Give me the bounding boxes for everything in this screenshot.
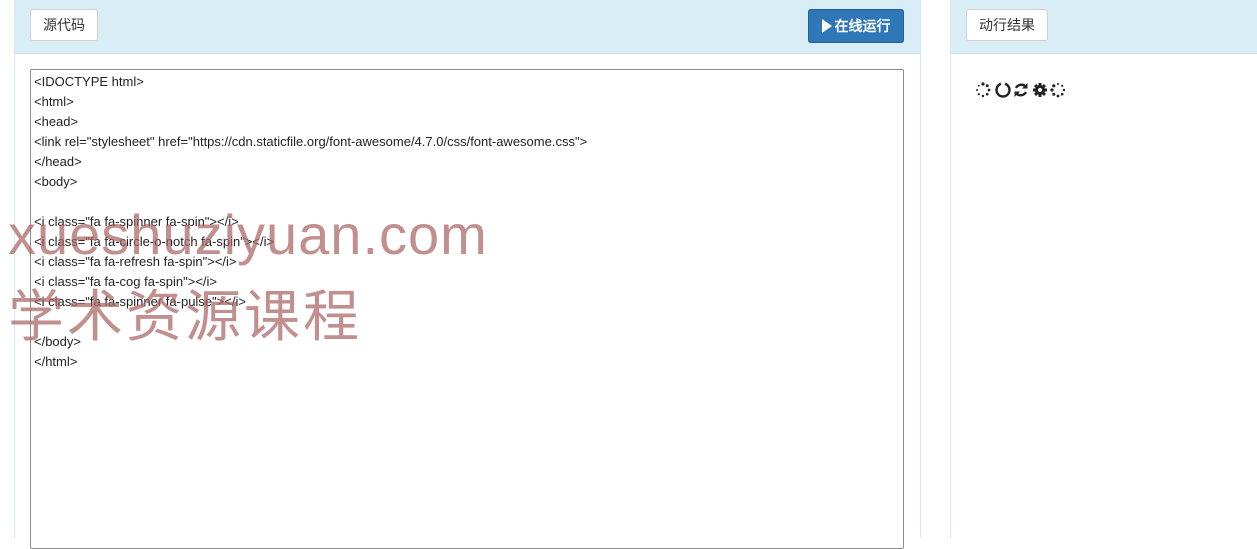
code-line: <i class="fa fa-circle-o-notch fa-spin">… <box>34 234 275 249</box>
code-line: <body> <box>34 174 78 189</box>
code-line: <i class="fa fa-refresh fa-spin"></i> <box>34 254 237 269</box>
result-panel-header: 动行结果 <box>951 0 1257 54</box>
code-editor[interactable]: <IDOCTYPE html> <html> <head> <link rel="st… <box>30 69 904 549</box>
spinner-icon <box>976 82 991 98</box>
result-output <box>975 80 1070 100</box>
result-panel: 动行结果 <box>950 0 1257 538</box>
source-code-button[interactable]: 源代码 <box>30 9 98 41</box>
play-icon <box>821 19 832 33</box>
result-button[interactable]: 动行结果 <box>966 9 1048 41</box>
code-line: <head> <box>34 114 79 129</box>
code-line: <IDOCTYPE html> <box>34 74 144 89</box>
run-online-label: 在线运行 <box>834 18 891 34</box>
source-panel-header: 源代码 在线运行 <box>15 0 920 54</box>
code-line: <i class="fa fa-spinner fa-pulse"></i> <box>34 294 246 309</box>
code-line: </html> <box>34 354 78 369</box>
spinner-pulse-icon <box>1050 83 1066 98</box>
cog-icon <box>1033 83 1047 97</box>
circle-o-notch-icon <box>995 82 1011 98</box>
refresh-icon <box>1014 83 1028 97</box>
run-online-button[interactable]: 在线运行 <box>808 9 904 43</box>
source-panel: 源代码 在线运行 <IDOCTYPE html> <html> <head> <lin… <box>14 0 921 549</box>
code-line: </head> <box>34 154 82 169</box>
code-line: <link rel="stylesheet" href="https://cdn… <box>34 134 588 149</box>
code-line: </body> <box>34 334 81 349</box>
code-line: <html> <box>34 94 74 109</box>
code-line: <i class="fa fa-cog fa-spin"></i> <box>34 274 218 289</box>
code-line: <i class="fa fa-spinner fa-spin"></i> <box>34 214 239 229</box>
